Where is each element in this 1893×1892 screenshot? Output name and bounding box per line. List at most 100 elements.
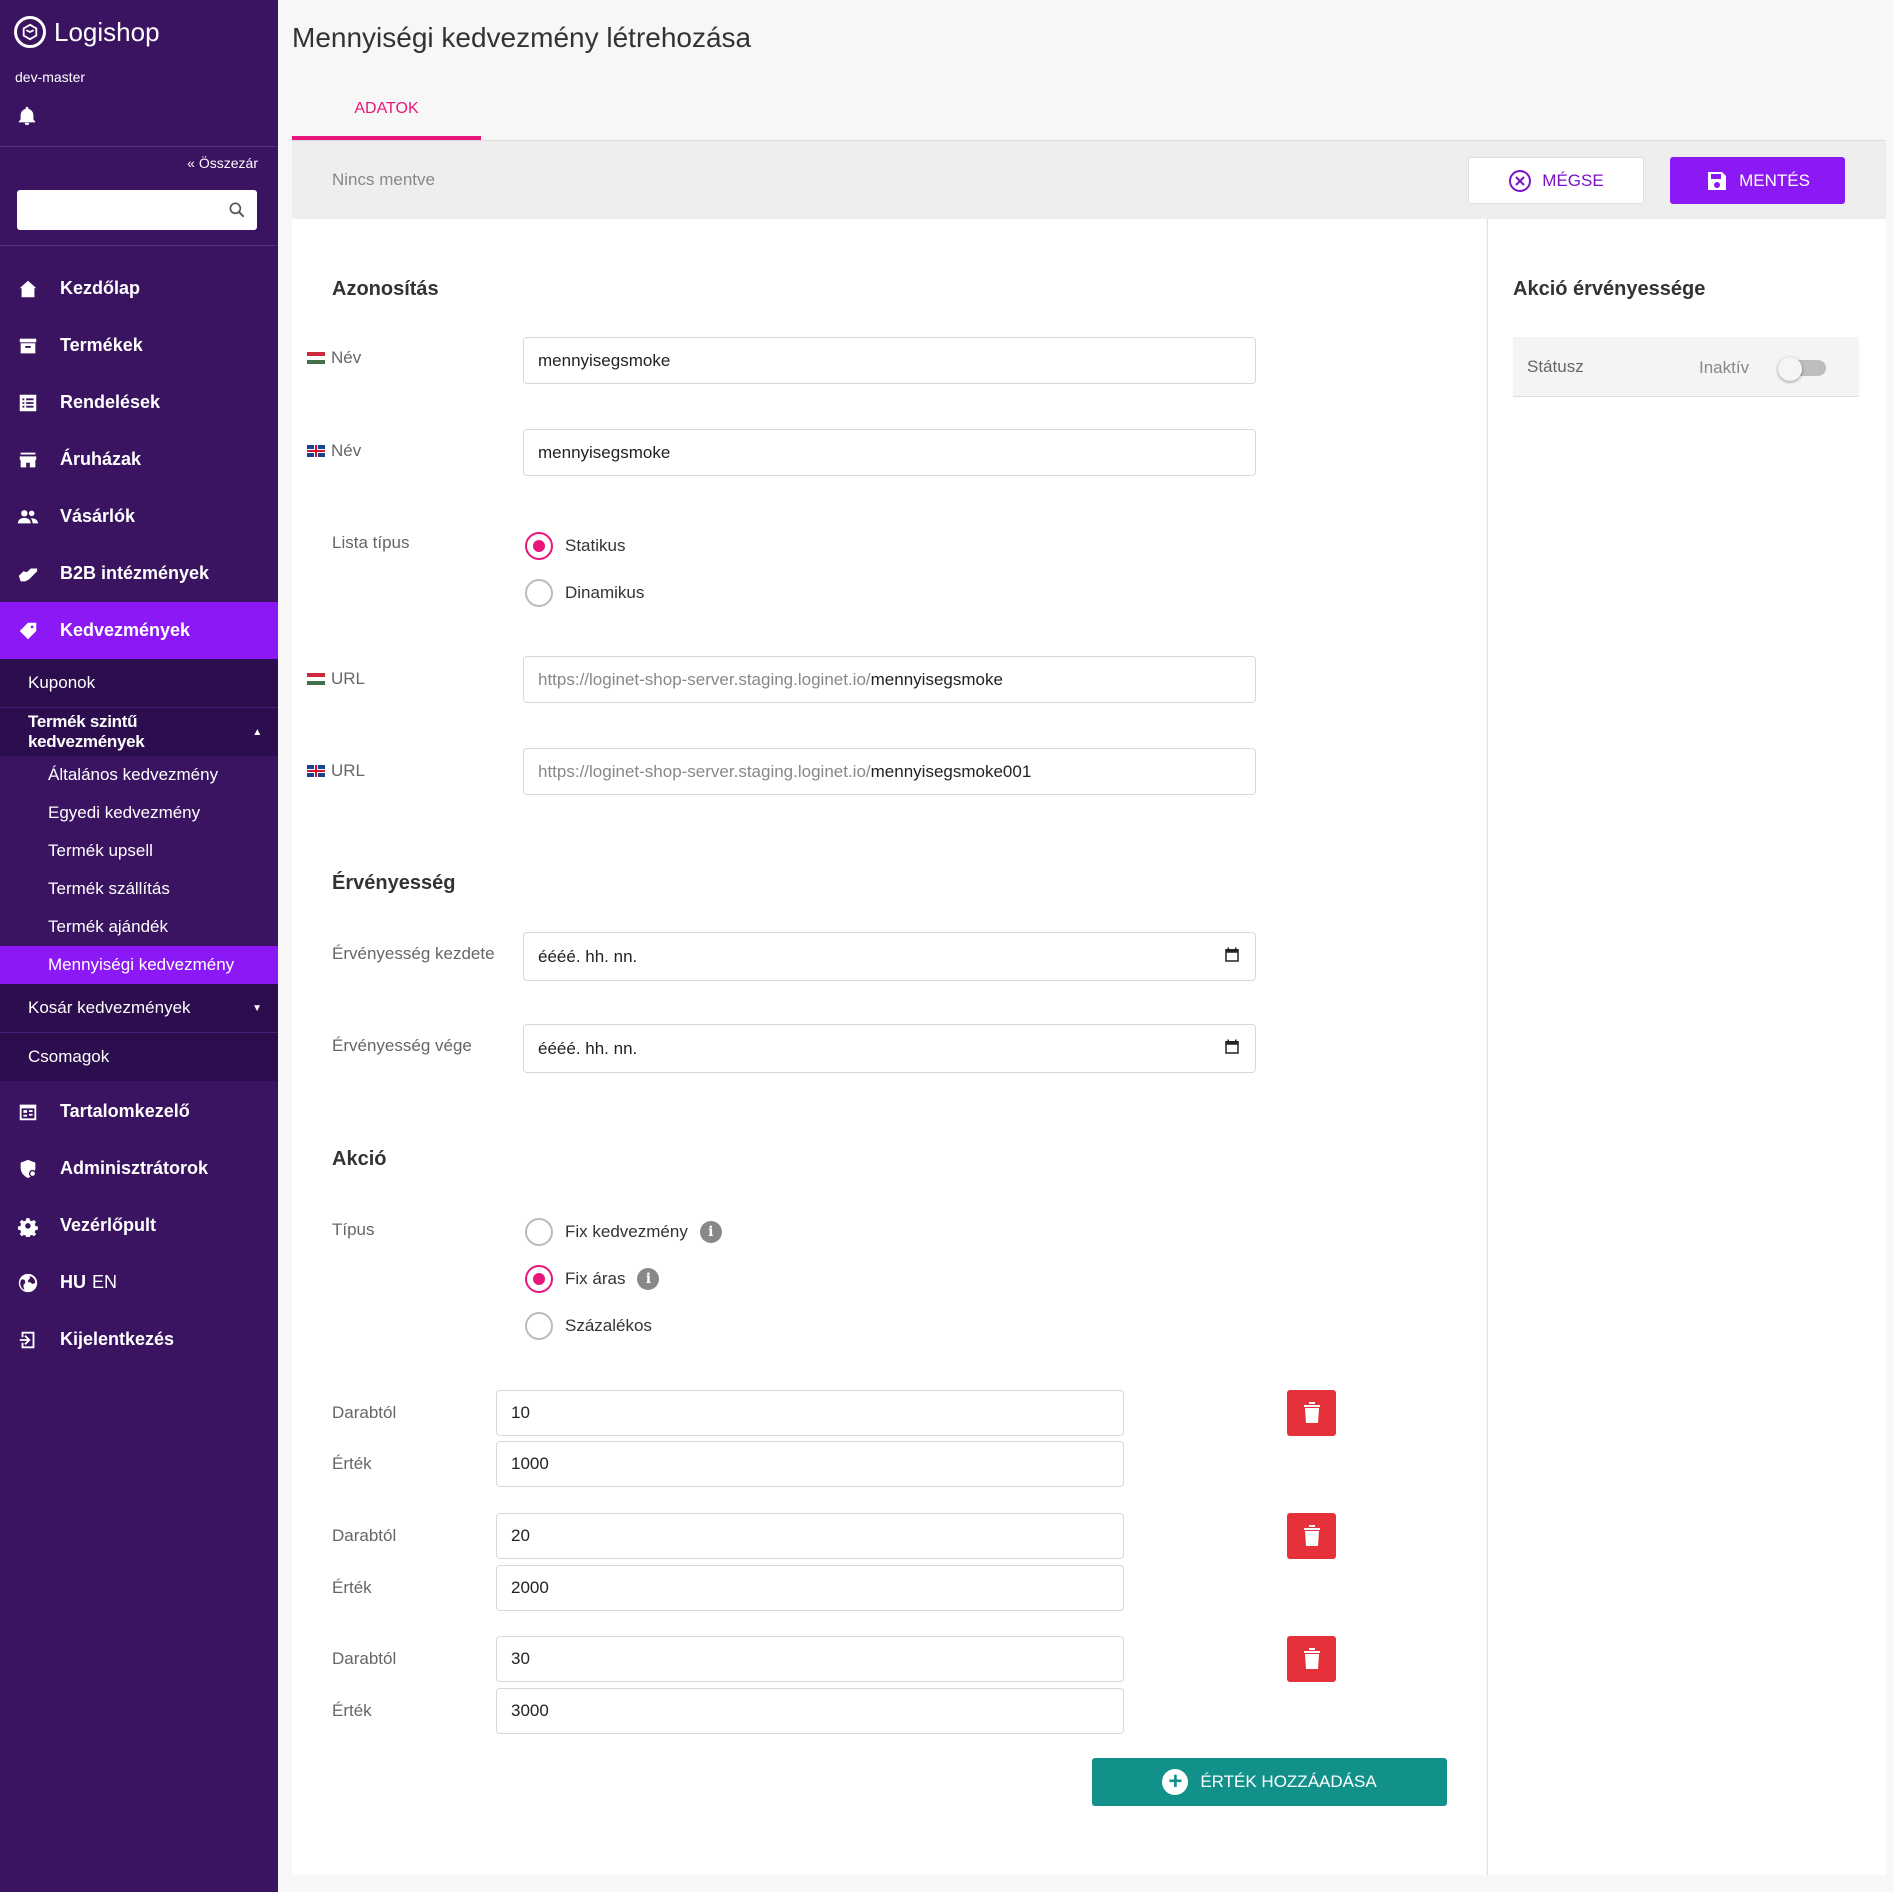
gear-icon [16,1214,40,1238]
cancel-button[interactable]: MÉGSE [1468,157,1644,204]
tier-from-input[interactable]: 10 [496,1390,1124,1436]
search-icon[interactable] [227,200,247,220]
tag-icon [16,619,40,643]
name-en-input[interactable]: mennyisegsmoke [523,429,1256,476]
sidebar-item-stores[interactable]: Áruházak [0,431,278,488]
sidebar-item-admins[interactable]: Adminisztrátorok [0,1140,278,1197]
delete-tier-button[interactable] [1287,1390,1336,1436]
radio-unchecked[interactable] [525,1312,553,1340]
validity-end-date-input[interactable]: éééé. hh. nn. [523,1024,1256,1073]
sidebar-search [17,190,257,230]
submenu-packages[interactable]: Csomagok [0,1033,278,1081]
info-icon[interactable]: i [699,1221,722,1243]
sidebar-item-content[interactable]: Tartalomkezelő [0,1083,278,1140]
sidebar-item-label: B2B intézmények [60,563,210,583]
logo-icon [14,16,46,48]
tier-value-input[interactable]: 2000 [496,1565,1124,1611]
app-name: Logishop [54,16,160,47]
admin-shield-icon [16,1157,40,1181]
info-icon[interactable]: i [637,1268,660,1290]
caret-up-icon: ▲ [252,726,262,738]
submenu-quantity-discount[interactable]: Mennyiségi kedvezmény [0,946,278,984]
submenu-product-upsell[interactable]: Termék upsell [0,832,278,870]
sidebar-item-home[interactable]: Kezdőlap [0,260,278,317]
calendar-picker-icon[interactable] [1223,1038,1241,1056]
radio-checked[interactable] [525,532,553,560]
archive-icon [16,334,40,358]
action-toolbar: Nincs mentve MÉGSE MENTÉS [292,141,1886,219]
radio-label: Százalékos [565,1316,652,1335]
sidebar-search-input[interactable] [17,190,217,230]
submenu-coupons[interactable]: Kuponok [0,659,278,707]
radio-unchecked[interactable] [525,1218,553,1246]
label-text: Név [331,441,362,460]
type-fixed-price-option[interactable]: Fix áras i [525,1265,660,1293]
side-panel [1487,219,1886,1875]
sidebar-divider [0,146,278,147]
url-en-input[interactable]: https://loginet-shop-server.staging.logi… [523,748,1256,795]
type-fixed-discount-option[interactable]: Fix kedvezmény i [525,1218,722,1246]
trash-icon [1303,1402,1320,1423]
date-placeholder: éééé. hh. nn. [538,1038,638,1058]
sidebar-item-label: Kedvezmények [60,620,191,640]
globe-icon [16,1271,40,1295]
lang-hu-link[interactable]: HU [60,1272,86,1293]
radio-label: Statikus [565,536,626,555]
sidebar-item-discounts[interactable]: Kedvezmények [0,602,278,659]
submenu-custom-discount[interactable]: Egyedi kedvezmény [0,794,278,832]
hungarian-flag-icon [307,352,325,364]
submenu-product-shipping[interactable]: Termék szállítás [0,870,278,908]
sidebar-item-products[interactable]: Termékek [0,317,278,374]
input-value: 2000 [511,1578,549,1597]
submenu-label: Kosár kedvezmények [28,998,191,1017]
input-value: 10 [511,1403,530,1422]
add-value-button[interactable]: + ÉRTÉK HOZZÁADÁSA [1092,1758,1447,1806]
sidebar-nav-lower: Tartalomkezelő Adminisztrátorok Vezérlőp… [0,1083,278,1368]
radio-unchecked[interactable] [525,579,553,607]
input-value: mennyisegsmoke [870,669,1003,689]
radio-label: Dinamikus [565,583,645,602]
submenu-cart-discounts[interactable]: Kosár kedvezmények ▼ [0,984,278,1032]
notification-bell-icon[interactable] [16,105,38,127]
url-hu-input[interactable]: https://loginet-shop-server.staging.logi… [523,656,1256,703]
submenu-product-level[interactable]: Termék szintű kedvezmények ▲ [0,708,278,756]
type-percentage-option[interactable]: Százalékos [525,1312,652,1340]
sidebar-item-orders[interactable]: Rendelések [0,374,278,431]
list-type-static-option[interactable]: Statikus [525,532,625,560]
tier-from-input[interactable]: 30 [496,1636,1124,1682]
lang-en-link[interactable]: EN [92,1272,117,1293]
status-toggle[interactable] [1778,357,1828,381]
section-validity-title: Érvényesség [332,872,456,894]
sidebar-item-dashboard[interactable]: Vezérlőpult [0,1197,278,1254]
input-value: mennyisegsmoke [538,350,671,370]
submenu-general-discount[interactable]: Általános kedvezmény [0,756,278,794]
delete-tier-button[interactable] [1287,1513,1336,1559]
app-logo[interactable]: Logishop [14,16,160,48]
collapse-sidebar-button[interactable]: « Összezár [187,155,258,171]
sidebar-item-customers[interactable]: Vásárlók [0,488,278,545]
home-icon [16,277,40,301]
validity-start-date-input[interactable]: éééé. hh. nn. [523,932,1256,981]
radio-checked[interactable] [525,1265,553,1293]
environment-label: dev-master [15,69,86,85]
uk-flag-icon [307,445,325,457]
caret-down-icon: ▼ [252,1002,262,1014]
radio-label: Fix áras [565,1269,626,1288]
list-type-dynamic-option[interactable]: Dinamikus [525,579,644,607]
calendar-picker-icon[interactable] [1223,946,1241,964]
sidebar-item-label: Termékek [60,335,143,355]
sidebar-item-label: Kezdőlap [60,278,141,298]
name-hu-input[interactable]: mennyisegsmoke [523,337,1256,384]
tier-value-input[interactable]: 3000 [496,1688,1124,1734]
delete-tier-button[interactable] [1287,1636,1336,1682]
label-text: URL [331,761,366,780]
tier-value-input[interactable]: 1000 [496,1441,1124,1487]
input-value: 20 [511,1526,530,1545]
save-floppy-icon [1708,171,1727,190]
sidebar-item-b2b[interactable]: B2B intézmények [0,545,278,602]
save-button[interactable]: MENTÉS [1670,157,1845,204]
tab-data[interactable]: ADATOK [292,96,481,141]
sidebar-item-logout[interactable]: Kijelentkezés [0,1311,278,1368]
tier-from-input[interactable]: 20 [496,1513,1124,1559]
submenu-product-gift[interactable]: Termék ajándék [0,908,278,946]
